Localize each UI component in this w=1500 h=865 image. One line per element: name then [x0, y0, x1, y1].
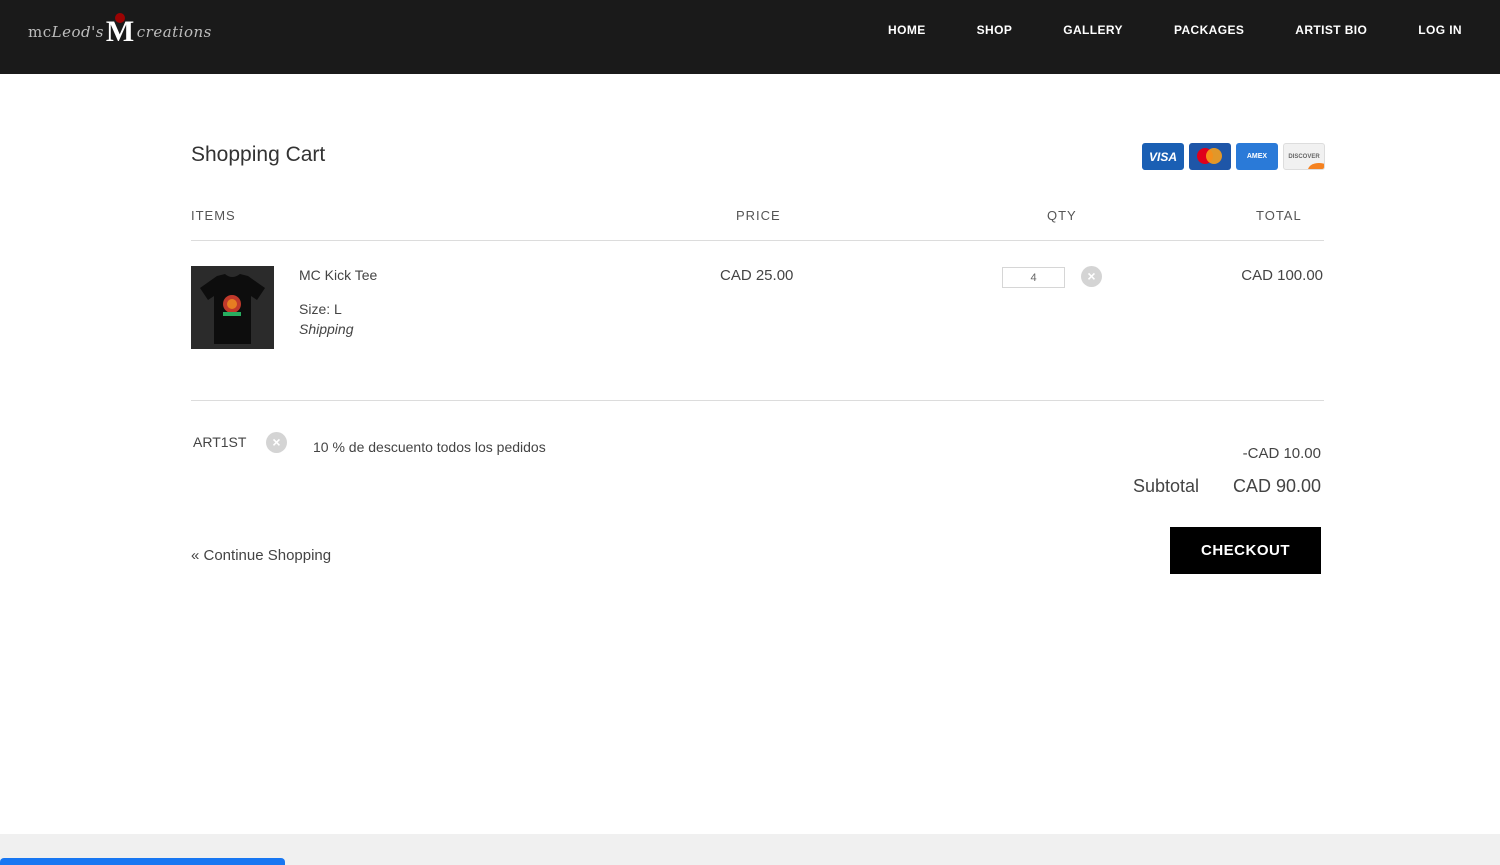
nav-gallery[interactable]: GALLERY — [1063, 22, 1123, 38]
continue-shopping-link[interactable]: « Continue Shopping — [191, 547, 331, 564]
nav-home[interactable]: HOME — [888, 22, 926, 38]
discount-amount: -CAD 10.00 — [1242, 445, 1321, 462]
amex-card-icon: AMEX — [1236, 143, 1278, 170]
page-title: Shopping Cart — [191, 143, 326, 166]
item-shipping: Shipping — [299, 321, 354, 337]
column-header-total: TOTAL — [1256, 208, 1302, 223]
remove-item-icon[interactable]: × — [1081, 266, 1102, 287]
nav-artist-bio[interactable]: ARTIST BIO — [1295, 22, 1367, 38]
payment-cards: VISA AMEX DISCOVER — [1142, 143, 1325, 170]
site-header: mc Leod's M creations HOME SHOP GALLERY … — [0, 0, 1500, 74]
item-total: CAD 100.00 — [1241, 267, 1323, 284]
remove-coupon-icon[interactable]: × — [266, 432, 287, 453]
quantity-input[interactable] — [1002, 267, 1065, 288]
coupon-description: 10 % de descuento todos los pedidos — [313, 439, 546, 455]
mastercard-icon — [1189, 143, 1231, 170]
visa-card-icon: VISA — [1142, 143, 1184, 170]
nav-log-in[interactable]: LOG IN — [1418, 22, 1462, 38]
item-price: CAD 25.00 — [720, 267, 794, 284]
nav-shop[interactable]: SHOP — [977, 22, 1013, 38]
logo-text-right: creations — [136, 23, 212, 41]
header-divider — [191, 240, 1324, 241]
item-name[interactable]: MC Kick Tee — [299, 267, 377, 283]
logo-text-left: mc — [28, 23, 52, 41]
column-header-qty: QTY — [1047, 208, 1077, 223]
logo-text-script: Leod's — [51, 23, 104, 41]
footer-accent-bar — [0, 858, 285, 865]
logo-mark: M — [105, 15, 135, 48]
item-divider — [191, 400, 1324, 401]
column-header-price: PRICE — [736, 208, 781, 223]
nav-packages[interactable]: PACKAGES — [1174, 22, 1244, 38]
tshirt-image — [200, 274, 265, 344]
subtotal-value: CAD 90.00 — [1232, 476, 1321, 496]
subtotal-label: Subtotal — [1133, 476, 1200, 496]
main-nav: HOME SHOP GALLERY PACKAGES ARTIST BIO LO… — [837, 22, 1462, 38]
checkout-button[interactable]: CHECKOUT — [1170, 527, 1321, 574]
site-logo[interactable]: mc Leod's M creations — [28, 12, 212, 52]
discover-card-icon: DISCOVER — [1283, 143, 1325, 170]
item-size: Size: L — [299, 301, 342, 317]
column-header-items: ITEMS — [191, 208, 236, 223]
product-thumbnail[interactable] — [191, 266, 274, 349]
coupon-code: ART1ST — [193, 434, 247, 450]
